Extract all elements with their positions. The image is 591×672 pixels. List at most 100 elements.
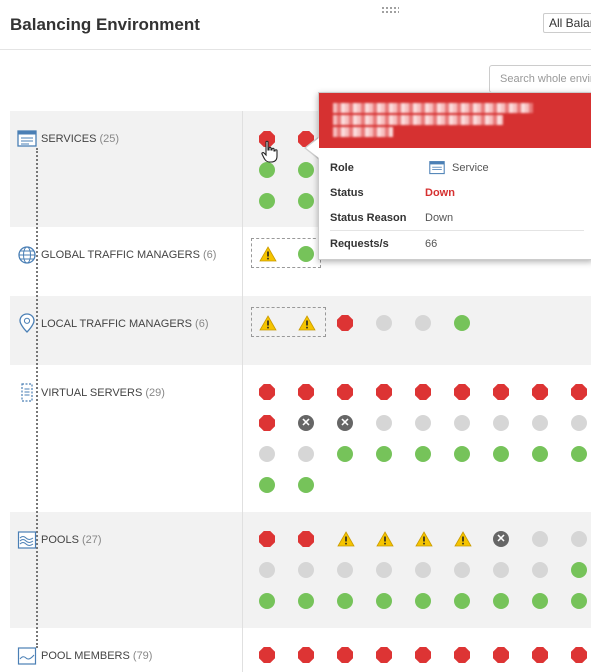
status-up-icon[interactable] (376, 593, 392, 609)
status-unknown-icon[interactable] (376, 562, 392, 578)
status-up-icon[interactable] (532, 593, 548, 609)
status-unknown-icon[interactable] (415, 315, 431, 331)
status-error-icon[interactable]: ✕ (337, 415, 353, 431)
status-up-icon[interactable] (259, 162, 275, 178)
status-up-icon[interactable] (571, 593, 587, 609)
search-input[interactable]: Search whole environment (489, 65, 591, 93)
status-up-icon[interactable] (454, 446, 470, 462)
row-label-text: SERVICES (41, 133, 97, 145)
status-unknown-icon[interactable] (376, 415, 392, 431)
row-label-local-traffic-managers[interactable]: LOCAL TRAFFIC MANAGERS (6) (41, 318, 209, 330)
status-up-icon[interactable] (415, 593, 431, 609)
status-up-icon[interactable] (493, 446, 509, 462)
status-up-icon[interactable] (571, 562, 587, 578)
status-up-icon[interactable] (337, 446, 353, 462)
row-count: (27) (81, 534, 102, 546)
status-warning-icon[interactable] (376, 531, 394, 547)
status-up-icon[interactable] (259, 193, 275, 209)
tooltip-key-status-reason: Status Reason (330, 212, 407, 224)
status-unknown-icon[interactable] (259, 562, 275, 578)
status-unknown-icon[interactable] (454, 562, 470, 578)
status-warning-icon[interactable] (259, 246, 277, 262)
status-up-icon[interactable] (298, 477, 314, 493)
tooltip-key-status: Status (330, 187, 364, 199)
status-unknown-icon[interactable] (493, 415, 509, 431)
row-count: (6) (202, 249, 217, 261)
service-icon (17, 130, 37, 147)
status-up-icon[interactable] (532, 446, 548, 462)
status-down-icon[interactable] (415, 647, 431, 663)
tooltip-key-role: Role (330, 162, 354, 174)
status-down-icon[interactable] (298, 531, 314, 547)
status-up-icon[interactable] (298, 246, 314, 262)
status-warning-icon[interactable] (337, 531, 355, 547)
row-count: (29) (145, 387, 165, 399)
status-down-icon[interactable] (259, 531, 275, 547)
status-up-icon[interactable] (454, 315, 470, 331)
status-error-icon[interactable]: ✕ (493, 531, 509, 547)
status-tooltip: Role Service Status Down Status Reason D… (318, 92, 591, 260)
status-warning-icon[interactable] (454, 531, 472, 547)
status-up-icon[interactable] (298, 593, 314, 609)
status-up-icon[interactable] (415, 446, 431, 462)
service-icon (429, 161, 445, 175)
row-label-text: POOL MEMBERS (41, 650, 130, 662)
tooltip-value-role: Service (452, 162, 489, 174)
tooltip-value-requests: 66 (425, 238, 438, 250)
row-label-text: POOLS (41, 534, 79, 546)
status-unknown-icon[interactable] (298, 562, 314, 578)
status-down-icon[interactable] (571, 647, 587, 663)
status-up-icon[interactable] (337, 593, 353, 609)
status-up-icon[interactable] (454, 593, 470, 609)
status-unknown-icon[interactable] (493, 562, 509, 578)
status-up-icon[interactable] (376, 446, 392, 462)
status-unknown-icon[interactable] (337, 562, 353, 578)
page-title: Balancing Environment (10, 15, 200, 34)
status-warning-icon[interactable] (259, 315, 277, 331)
status-up-icon[interactable] (493, 593, 509, 609)
status-unknown-icon[interactable] (259, 446, 275, 462)
status-unknown-icon[interactable] (415, 415, 431, 431)
status-down-icon[interactable] (571, 384, 587, 400)
status-down-icon[interactable] (259, 647, 275, 663)
column-divider (242, 111, 243, 672)
status-unknown-icon[interactable] (532, 562, 548, 578)
status-up-icon[interactable] (259, 593, 275, 609)
location-pin-icon (19, 313, 35, 333)
status-unknown-icon[interactable] (298, 446, 314, 462)
row-label-global-traffic-managers[interactable]: GLOBAL TRAFFIC MANAGERS (6) (41, 249, 216, 261)
status-down-icon[interactable] (337, 647, 353, 663)
drag-handle-icon[interactable] (381, 6, 399, 13)
status-up-icon[interactable] (571, 446, 587, 462)
status-unknown-icon[interactable] (415, 562, 431, 578)
status-unknown-icon[interactable] (454, 415, 470, 431)
status-up-icon[interactable] (298, 162, 314, 178)
tooltip-value-status: Down (425, 187, 455, 199)
status-unknown-icon[interactable] (571, 415, 587, 431)
status-warning-icon[interactable] (298, 315, 316, 331)
status-unknown-icon[interactable] (532, 415, 548, 431)
status-down-icon[interactable] (532, 647, 548, 663)
tooltip-pointer-inner (306, 138, 319, 158)
header-bar: Balancing Environment All Balancing Envi… (0, 0, 591, 50)
row-label-pools[interactable]: POOLS (27) (41, 534, 102, 546)
row-label-pool-members[interactable]: POOL MEMBERS (79) (41, 650, 152, 662)
row-label-virtual-servers[interactable]: VIRTUAL SERVERS (29) (41, 387, 165, 399)
row-count: (25) (99, 133, 120, 145)
status-unknown-icon[interactable] (532, 531, 548, 547)
status-down-icon[interactable] (493, 647, 509, 663)
status-unknown-icon[interactable] (376, 315, 392, 331)
row-label-services[interactable]: SERVICES (25) (41, 133, 119, 145)
status-down-icon[interactable] (532, 384, 548, 400)
status-error-icon[interactable]: ✕ (298, 415, 314, 431)
status-up-icon[interactable] (298, 193, 314, 209)
status-down-icon[interactable] (298, 647, 314, 663)
status-warning-icon[interactable] (415, 531, 433, 547)
status-down-icon[interactable] (454, 647, 470, 663)
environment-select[interactable]: All Balancing Environments (543, 13, 591, 33)
tooltip-key-requests: Requests/s (330, 238, 389, 250)
status-unknown-icon[interactable] (571, 531, 587, 547)
status-up-icon[interactable] (259, 477, 275, 493)
status-down-icon[interactable] (376, 647, 392, 663)
virtual-server-icon (21, 383, 33, 402)
